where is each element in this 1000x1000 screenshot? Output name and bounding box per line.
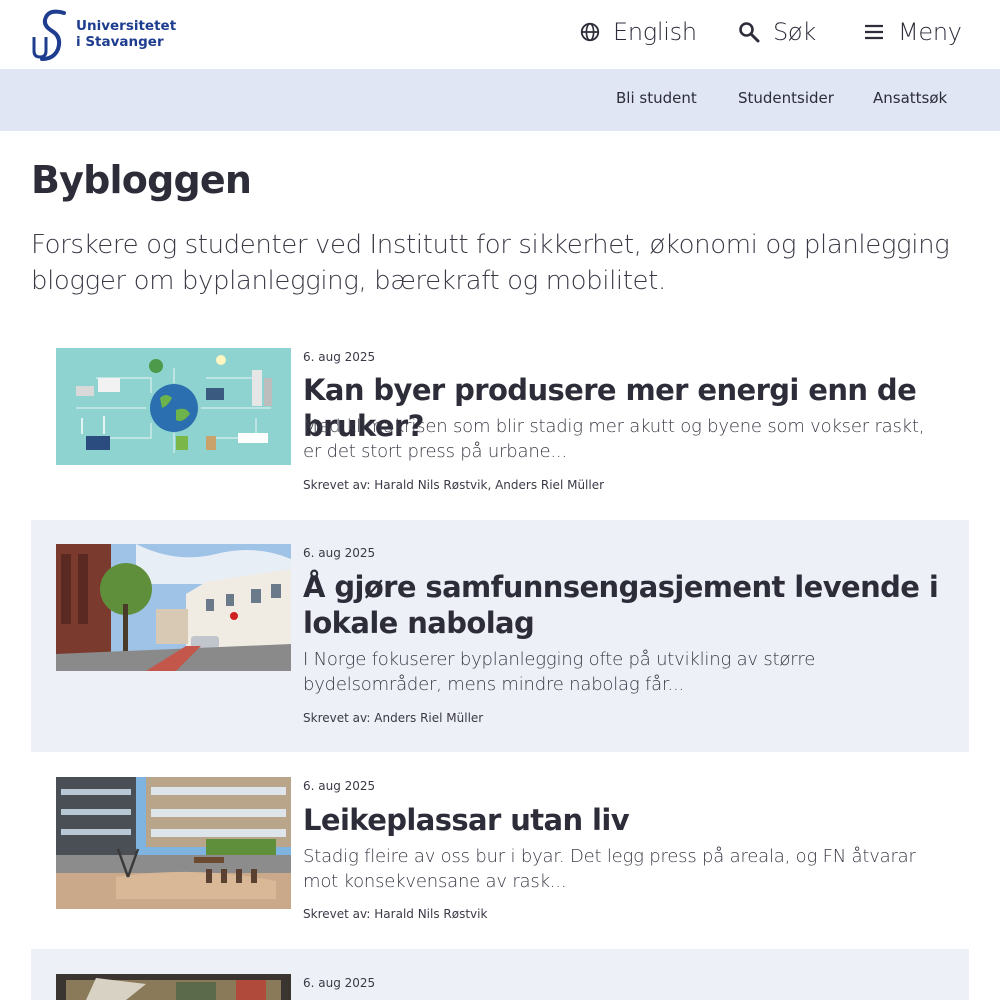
uis-logo-icon [32, 9, 66, 61]
page-title: Bybloggen [31, 158, 252, 202]
post-date: 6. aug 2025 [303, 976, 376, 990]
post-author: Skrevet av: Harald Nils Røstvik, Anders … [303, 478, 605, 492]
search-label: Søk [773, 18, 816, 46]
street-photo [56, 544, 291, 671]
logo-line-2: i Stavanger [76, 34, 164, 50]
post-excerpt: Stadig fleire av oss bur i byar. Det leg… [303, 846, 916, 892]
post-title[interactable]: Leikeplassar utan liv [303, 802, 953, 838]
blog-post-card[interactable]: 6. aug 2025 Kan byer produsere mer energ… [31, 332, 969, 519]
post-title[interactable]: Å gjøre samfunnsengasjement levende i lo… [303, 569, 953, 641]
logo-text: Universitetet i Stavanger [76, 18, 176, 50]
post-date: 6. aug 2025 [303, 350, 376, 364]
globe-icon [580, 22, 600, 42]
nav-link-studentsider[interactable]: Studentsider [738, 89, 834, 107]
post-date: 6. aug 2025 [303, 546, 376, 560]
blog-post-card[interactable]: 6. aug 2025 Å gjøre samfunnsengasjement … [31, 520, 969, 752]
post-thumbnail-map-table[interactable] [56, 974, 291, 1000]
nav-link-ansattsok[interactable]: Ansattsøk [873, 89, 947, 107]
post-excerpt: Med klimakrisen som blir stadig mer akut… [303, 416, 925, 462]
language-label: English [613, 18, 697, 46]
post-author: Skrevet av: Anders Riel Müller [303, 711, 484, 725]
secondary-nav: Bli student Studentsider Ansattsøk [0, 69, 1000, 131]
page-intro: Forskere og studenter ved Institutt for … [31, 230, 950, 296]
playground-photo [56, 777, 291, 909]
hamburger-icon [865, 24, 883, 40]
post-thumbnail-playground[interactable] [56, 777, 291, 909]
logo-line-1: Universitetet [76, 18, 177, 34]
blog-post-card[interactable]: 6. aug 2025 Leikeplassar utan liv Stadig… [31, 752, 969, 949]
site-header: Universitetet i Stavanger English Søk Me… [0, 0, 1000, 69]
language-switch-button[interactable]: English [579, 12, 697, 52]
post-thumbnail-street[interactable] [56, 544, 291, 671]
search-button[interactable]: Søk [737, 12, 816, 52]
menu-button[interactable]: Meny [862, 12, 962, 52]
map-table-photo [56, 974, 291, 1000]
post-thumbnail-energy-city[interactable] [56, 348, 291, 465]
menu-label: Meny [898, 18, 962, 46]
energy-city-illustration [56, 348, 291, 465]
post-author: Skrevet av: Harald Nils Røstvik [303, 907, 488, 921]
blog-post-card[interactable]: 6. aug 2025 [31, 949, 969, 1000]
uis-logo-link[interactable]: Universitetet i Stavanger [30, 7, 176, 61]
search-icon [739, 22, 760, 43]
post-date: 6. aug 2025 [303, 779, 376, 793]
nav-link-bli-student[interactable]: Bli student [616, 89, 697, 107]
post-excerpt: I Norge fokuserer byplanlegging ofte på … [303, 649, 816, 695]
